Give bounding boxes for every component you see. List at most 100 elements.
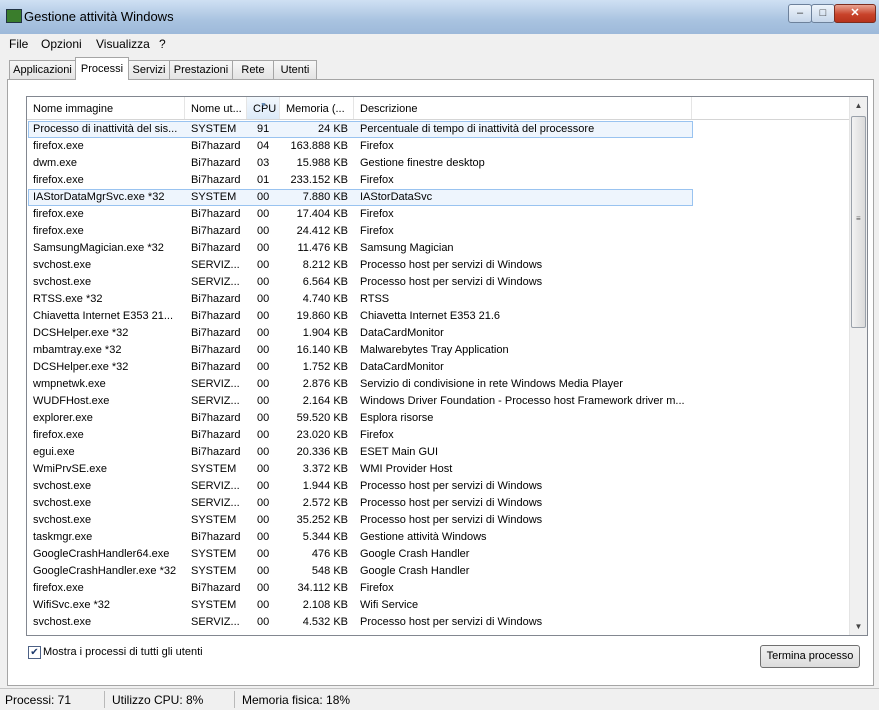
cell-description: DataCardMonitor [360,327,444,339]
cell-memory: 2.572 KB [302,497,348,509]
tab-rete[interactable]: Rete [232,60,274,79]
column-header-user-name[interactable]: Nome ut... [185,97,247,119]
scroll-down-arrow-icon[interactable]: ▼ [850,618,867,635]
task-manager-icon [6,9,22,23]
table-row[interactable]: egui.exe Bi7hazard 00 20.336 KB ESET Main GU… [27,444,849,461]
table-row[interactable]: explorer.exe Bi7hazard 00 59.520 KB Esplora … [27,410,849,427]
menu-opzioni[interactable]: Opzioni [41,37,82,51]
cell-cpu: 00 [257,480,270,492]
table-row[interactable]: WmiPrvSE.exe SYSTEM 00 3.372 KB WMI Provider… [27,461,849,478]
table-row[interactable]: svchost.exe SERVIZ... 00 6.564 KB Processo h… [27,274,849,291]
cell-user-name: SYSTEM [191,565,237,577]
window-title: Gestione attività Windows [24,9,174,24]
close-button[interactable]: ✕ [834,4,876,23]
cell-user-name: Bi7hazard [191,293,241,305]
cell-user-name: Bi7hazard [191,582,241,594]
cell-user-name: Bi7hazard [191,242,241,254]
table-row[interactable]: firefox.exe Bi7hazard 04 163.888 KB Firefox [27,138,849,155]
table-row[interactable]: taskmgr.exe Bi7hazard 00 5.344 KB Gestione a… [27,529,849,546]
table-row[interactable]: svchost.exe SERVIZ... 00 8.212 KB Processo h… [27,257,849,274]
cell-user-name: SERVIZ... [191,395,240,407]
table-row[interactable]: dwm.exe Bi7hazard 03 15.988 KB Gestione fine… [27,155,849,172]
maximize-button[interactable]: □ [811,4,835,23]
cell-cpu: 00 [257,514,270,526]
cell-memory: 11.476 KB [297,242,348,254]
vertical-scrollbar[interactable]: ▲ ≡ ▼ [849,97,867,635]
table-row[interactable]: mbamtray.exe *32 Bi7hazard 00 16.140 KB Malw… [27,342,849,359]
tab-utenti[interactable]: Utenti [273,60,317,79]
menu-file[interactable]: File [9,37,28,51]
table-row[interactable]: svchost.exe SERVIZ... 00 4.532 KB Processo h… [27,614,849,631]
cell-user-name: SYSTEM [191,191,237,203]
cell-description: Wifi Service [360,599,419,611]
scroll-up-arrow-icon[interactable]: ▲ [850,97,867,114]
end-process-button[interactable]: Termina processo [760,645,860,668]
cell-description: Processo host per servizi di Windows [360,480,543,492]
cell-memory: 19.860 KB [296,310,348,322]
table-row[interactable]: firefox.exe Bi7hazard 01 233.152 KB Firefox [27,172,849,189]
column-header-description[interactable]: Descrizione [354,97,692,119]
table-row[interactable]: GoogleCrashHandler64.exe SYSTEM 00 476 KB Go… [27,546,849,563]
process-list[interactable]: Nome immagine Nome ut... ▼ CPU Memoria (… [26,96,868,636]
cell-description: Samsung Magician [360,242,454,254]
table-row[interactable]: firefox.exe Bi7hazard 00 23.020 KB Firefox [27,427,849,444]
column-header-cpu[interactable]: ▼ CPU [247,97,280,119]
cell-description: Firefox [360,429,394,441]
cell-description: ESET Main GUI [360,446,439,458]
table-row[interactable]: Processo di inattività del sis... SYSTEM 9… [28,121,693,138]
table-row[interactable]: svchost.exe SYSTEM 00 35.252 KB Processo hos… [27,512,849,529]
cell-image-name: wmpnetwk.exe [33,378,106,390]
table-row[interactable]: firefox.exe Bi7hazard 00 17.404 KB Firefox [27,206,849,223]
cell-image-name: firefox.exe [33,582,84,594]
show-all-users-checkbox[interactable]: ✔ [28,646,41,659]
scroll-thumb[interactable]: ≡ [851,116,866,328]
table-row[interactable]: firefox.exe Bi7hazard 00 34.112 KB Firefox [27,580,849,597]
cell-cpu: 00 [257,276,270,288]
cell-image-name: RTSS.exe *32 [33,293,103,305]
cell-description: Percentuale di tempo di inattività del p… [360,123,595,135]
table-row[interactable]: svchost.exe SERVIZ... 00 1.944 KB Processo h… [27,478,849,495]
table-row[interactable]: SamsungMagician.exe *32 Bi7hazard 00 11.476… [27,240,849,257]
cell-memory: 59.520 KB [296,412,348,424]
column-header-image-name[interactable]: Nome immagine [27,97,185,119]
table-row[interactable]: RTSS.exe *32 Bi7hazard 00 4.740 KB RTSS [27,291,849,308]
cell-image-name: firefox.exe [33,429,84,441]
cell-cpu: 03 [257,157,270,169]
cell-memory: 1.904 KB [302,327,348,339]
tab-applicazioni[interactable]: Applicazioni [9,60,76,79]
tab-servizi[interactable]: Servizi [128,60,170,79]
cell-image-name: explorer.exe [33,412,93,424]
table-row[interactable]: DCSHelper.exe *32 Bi7hazard 00 1.904 KB Data… [27,325,849,342]
tab-strip: Applicazioni Processi Servizi Prestazion… [0,54,879,80]
cell-image-name: svchost.exe [33,259,92,271]
cell-description: IAStorDataSvc [360,191,433,203]
menu-help[interactable]: ? [159,37,166,51]
tab-prestazioni[interactable]: Prestazioni [169,60,233,79]
column-header-memory[interactable]: Memoria (... [280,97,354,119]
cell-memory: 7.880 KB [302,191,348,203]
title-bar: Gestione attività Windows – □ ✕ [0,0,879,35]
menu-visualizza[interactable]: Visualizza [96,37,150,51]
cell-memory: 476 KB [311,548,348,560]
cell-cpu: 00 [257,446,270,458]
table-row[interactable]: firefox.exe Bi7hazard 00 24.412 KB Firefox [27,223,849,240]
table-row[interactable]: Chiavetta Internet E353 21... Bi7hazard 00… [27,308,849,325]
table-row[interactable]: GoogleCrashHandler.exe *32 SYSTEM 00 548 KB… [27,563,849,580]
cell-description: Gestione finestre desktop [360,157,485,169]
table-row[interactable]: svchost.exe SERVIZ... 00 2.572 KB Processo h… [27,495,849,512]
cell-image-name: firefox.exe [33,140,84,152]
cell-user-name: Bi7hazard [191,225,241,237]
table-row[interactable]: DCSHelper.exe *32 Bi7hazard 00 1.752 KB Data… [27,359,849,376]
cell-memory: 23.020 KB [296,429,348,441]
cell-memory: 35.252 KB [296,514,348,526]
minimize-button[interactable]: – [788,4,812,23]
table-row[interactable]: WUDFHost.exe SERVIZ... 00 2.164 KB Windows D… [27,393,849,410]
cell-image-name: svchost.exe [33,497,92,509]
table-row[interactable]: WifiSvc.exe *32 SYSTEM 00 2.108 KB Wifi Serv… [27,597,849,614]
cell-user-name: Bi7hazard [191,157,241,169]
cell-cpu: 00 [257,429,270,441]
tab-processi[interactable]: Processi [75,57,129,80]
table-row[interactable]: wmpnetwk.exe SERVIZ... 00 2.876 KB Servizio … [27,376,849,393]
table-row[interactable]: IAStorDataMgrSvc.exe *32 SYSTEM 00 7.880 KB… [28,189,693,206]
cell-description: Processo host per servizi di Windows [360,616,543,628]
